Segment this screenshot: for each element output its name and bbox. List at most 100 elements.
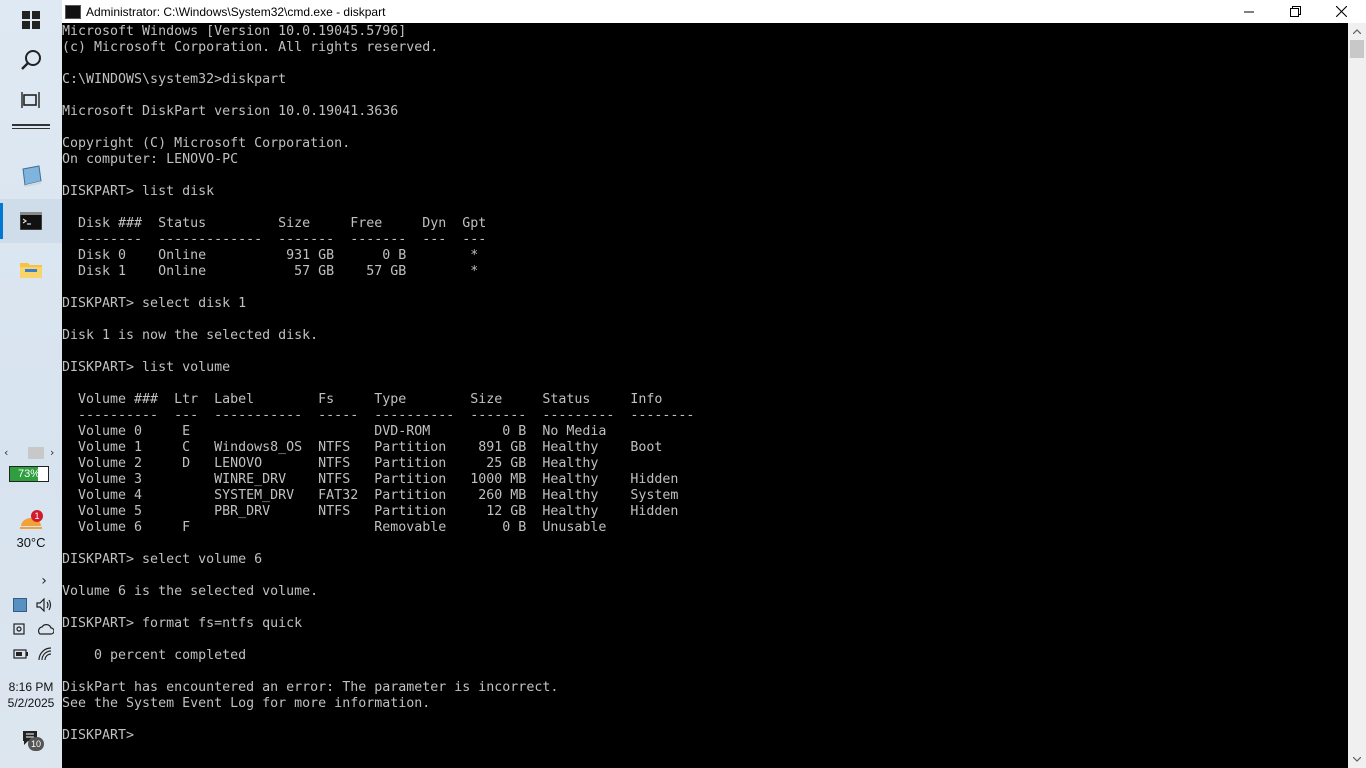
console-line: ---------- --- ----------- ----- -------… <box>62 408 695 423</box>
taskbar-app-storage[interactable] <box>0 154 62 198</box>
console-line: (c) Microsoft Corporation. All rights re… <box>62 40 439 55</box>
close-button[interactable] <box>1318 0 1364 23</box>
folder-icon <box>20 263 42 278</box>
taskbar: ‹ › 73% 1 30°C › 8:16 PM 5/2/2025 10 <box>0 0 62 768</box>
chevron-up-icon <box>1353 29 1361 34</box>
search-icon <box>21 50 41 70</box>
console-line: Microsoft DiskPart version 10.0.19041.36… <box>62 104 399 119</box>
taskbar-app-file-explorer[interactable] <box>0 247 62 291</box>
minimize-icon <box>1244 11 1254 12</box>
chevron-down-icon <box>1353 757 1361 762</box>
console-line: Disk 0 Online 931 GB 0 B * <box>62 248 479 263</box>
console-line: DISKPART> select volume 6 <box>62 552 263 567</box>
battery-percent: 73% <box>17 468 41 480</box>
tray-scroll-control: ‹ › <box>0 446 62 460</box>
title-bar[interactable]: Administrator: C:\Windows\System32\cmd.e… <box>62 0 1366 23</box>
console-line: Volume 6 is the selected volume. <box>62 584 319 599</box>
console-line: Volume ### Ltr Label Fs Type Size Status… <box>62 392 663 407</box>
console-line: DISKPART> <box>62 728 143 743</box>
meet-now-icon[interactable] <box>13 622 29 636</box>
temperature-label: 30°C <box>16 535 46 550</box>
clock-date: 5/2/2025 <box>7 696 55 710</box>
tray-scroll-thumb[interactable] <box>28 447 44 459</box>
console-line: C:\WINDOWS\system32>diskpart <box>62 72 287 87</box>
console-line: Disk ### Status Size Free Dyn Gpt <box>62 216 487 231</box>
console-line: Copyright (C) Microsoft Corporation. <box>62 136 351 151</box>
console-line: On computer: LENOVO-PC <box>62 152 239 167</box>
console-line: Volume 5 PBR_DRV NTFS Partition 12 GB He… <box>62 504 679 519</box>
tray-app-icon[interactable] <box>13 598 27 612</box>
console-line: Volume 2 D LENOVO NTFS Partition 25 GB H… <box>62 456 599 471</box>
search-button[interactable] <box>0 40 62 80</box>
console-line: See the System Event Log for more inform… <box>62 696 431 711</box>
chevron-right-icon: › <box>41 573 47 589</box>
console-line: -------- ------------- ------- ------- -… <box>62 232 487 247</box>
close-icon <box>1335 6 1347 17</box>
scroll-thumb[interactable] <box>1350 40 1364 58</box>
restore-button[interactable] <box>1272 0 1318 23</box>
vertical-scrollbar[interactable] <box>1348 23 1366 768</box>
console-line: Volume 3 WINRE_DRV NTFS Partition 1000 M… <box>62 472 679 487</box>
notification-count-badge: 10 <box>28 737 44 751</box>
battery-icon[interactable] <box>13 648 29 660</box>
taskbar-separator <box>12 128 50 129</box>
scroll-down-button[interactable] <box>1348 751 1366 768</box>
clock[interactable]: 8:16 PM 5/2/2025 <box>0 678 62 712</box>
clock-time: 8:16 PM <box>8 680 54 694</box>
taskbar-app-cmd[interactable] <box>0 199 62 243</box>
console-line: DISKPART> list volume <box>62 360 231 375</box>
wifi-icon[interactable] <box>37 646 53 662</box>
window-title: Administrator: C:\Windows\System32\cmd.e… <box>86 4 386 19</box>
console-line: Disk 1 is now the selected disk. <box>62 328 319 343</box>
scroll-up-button[interactable] <box>1348 23 1366 40</box>
console-line: DiskPart has encountered an error: The p… <box>62 680 559 695</box>
volume-icon[interactable] <box>36 598 54 612</box>
console-line: 0 percent completed <box>62 648 247 663</box>
cmd-app-icon[interactable] <box>65 5 81 19</box>
storage-app-icon <box>22 165 42 187</box>
windows-icon <box>22 11 40 29</box>
command-prompt-icon <box>20 212 42 230</box>
console-line: Volume 1 C Windows8_OS NTFS Partition 89… <box>62 440 663 455</box>
console-line: DISKPART> list disk <box>62 184 215 199</box>
taskbar-separator <box>12 124 50 126</box>
weather-widget[interactable]: 1 30°C <box>0 508 62 552</box>
restore-icon <box>1289 6 1301 17</box>
chevron-left-icon[interactable]: ‹ <box>4 446 8 459</box>
console-output[interactable]: Microsoft Windows [Version 10.0.19045.57… <box>62 23 1348 768</box>
notifications-button[interactable]: 10 <box>18 728 48 754</box>
chevron-right-icon[interactable]: › <box>50 446 54 459</box>
cmd-window: Administrator: C:\Windows\System32\cmd.e… <box>62 0 1366 768</box>
console-line: Microsoft Windows [Version 10.0.19045.57… <box>62 24 407 39</box>
console-line: Volume 6 F Removable 0 B Unusable <box>62 520 607 535</box>
console-line: Volume 4 SYSTEM_DRV FAT32 Partition 260 … <box>62 488 679 503</box>
console-line: DISKPART> format fs=ntfs quick <box>62 616 303 631</box>
console-line: DISKPART> select disk 1 <box>62 296 247 311</box>
onedrive-cloud-icon[interactable] <box>36 623 54 635</box>
console-line: Disk 1 Online 57 GB 57 GB * <box>62 264 479 279</box>
start-button[interactable] <box>0 0 62 40</box>
console-text: Microsoft Windows [Version 10.0.19045.57… <box>62 23 1348 744</box>
task-view-icon <box>21 92 40 108</box>
battery-indicator[interactable]: 73% <box>9 466 49 482</box>
task-view-button[interactable] <box>0 80 62 120</box>
minimize-button[interactable] <box>1226 0 1272 23</box>
show-hidden-icons-button[interactable]: › <box>30 570 58 592</box>
console-line: Volume 0 E DVD-ROM 0 B No Media <box>62 424 607 439</box>
weather-alert-badge: 1 <box>31 510 43 522</box>
